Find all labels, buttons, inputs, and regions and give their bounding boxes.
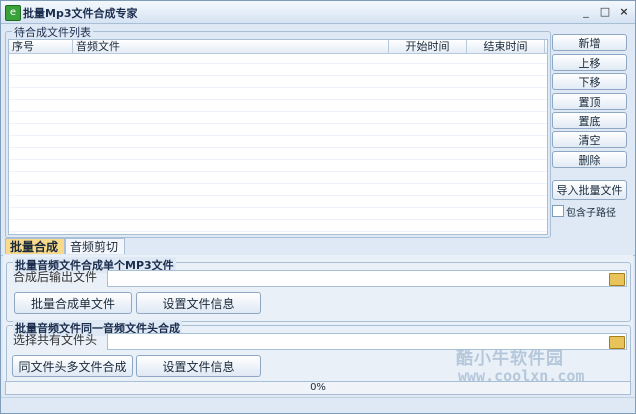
set-file-info-button-1[interactable]: 设置文件信息 [136, 292, 261, 314]
column-header-end-time[interactable]: 结束时间 [467, 40, 545, 53]
progress-label: 0% [310, 382, 326, 393]
tab-strip: 批量合成 音频剪切 [1, 237, 635, 256]
include-subpath-label: 包含子路径 [566, 208, 616, 219]
status-bar [1, 397, 635, 413]
include-subpath-checkbox[interactable] [552, 205, 564, 217]
window-title: 批量Mp3文件合成专家 [23, 7, 138, 20]
file-list-group-title: 待合成文件列表 [12, 24, 93, 40]
tab-audio-cut[interactable]: 音频剪切 [65, 238, 125, 254]
column-header-index[interactable]: 序号 [9, 40, 73, 53]
app-window: e 批量Mp3文件合成专家 _ □ × 待合成文件列表 序号 音频文件 开始时间… [0, 0, 636, 414]
move-to-bottom-button[interactable]: 置底 [552, 112, 627, 129]
move-to-top-button[interactable]: 置顶 [552, 93, 627, 110]
column-header-start-time[interactable]: 开始时间 [389, 40, 467, 53]
shared-header-label: 选择共有文件头 [13, 333, 98, 347]
move-down-button[interactable]: 下移 [552, 73, 627, 90]
title-bar[interactable]: e 批量Mp3文件合成专家 _ □ × [1, 1, 635, 24]
column-header-audio-file[interactable]: 音频文件 [73, 40, 389, 53]
set-file-info-button-2[interactable]: 设置文件信息 [136, 355, 261, 377]
file-list-header: 序号 音频文件 开始时间 结束时间 [9, 40, 547, 54]
file-list-table[interactable]: 序号 音频文件 开始时间 结束时间 [8, 39, 548, 235]
app-icon: e [5, 5, 21, 21]
browse-output-folder-icon[interactable] [609, 273, 625, 286]
browse-header-folder-icon[interactable] [609, 336, 625, 349]
delete-button[interactable]: 删除 [552, 151, 627, 168]
tab-batch-merge[interactable]: 批量合成 [5, 238, 65, 254]
watermark-text: 酷小牛软件园 [456, 349, 564, 369]
move-up-button[interactable]: 上移 [552, 54, 627, 71]
add-button[interactable]: 新增 [552, 34, 627, 51]
clear-button[interactable]: 清空 [552, 131, 627, 148]
watermark: 酷小牛软件园 www.coolxn.com [456, 344, 606, 386]
progress-bar: 0% [5, 381, 631, 395]
output-file-field[interactable] [107, 270, 627, 287]
multi-merge-same-header-button[interactable]: 同文件头多文件合成 [12, 355, 133, 377]
batch-merge-single-button[interactable]: 批量合成单文件 [14, 292, 132, 314]
maximize-button[interactable]: □ [598, 5, 612, 19]
minimize-button[interactable]: _ [579, 5, 593, 19]
close-button[interactable]: × [617, 5, 631, 19]
output-file-label: 合成后输出文件 [13, 270, 98, 284]
import-batch-button[interactable]: 导入批量文件 [552, 180, 627, 200]
